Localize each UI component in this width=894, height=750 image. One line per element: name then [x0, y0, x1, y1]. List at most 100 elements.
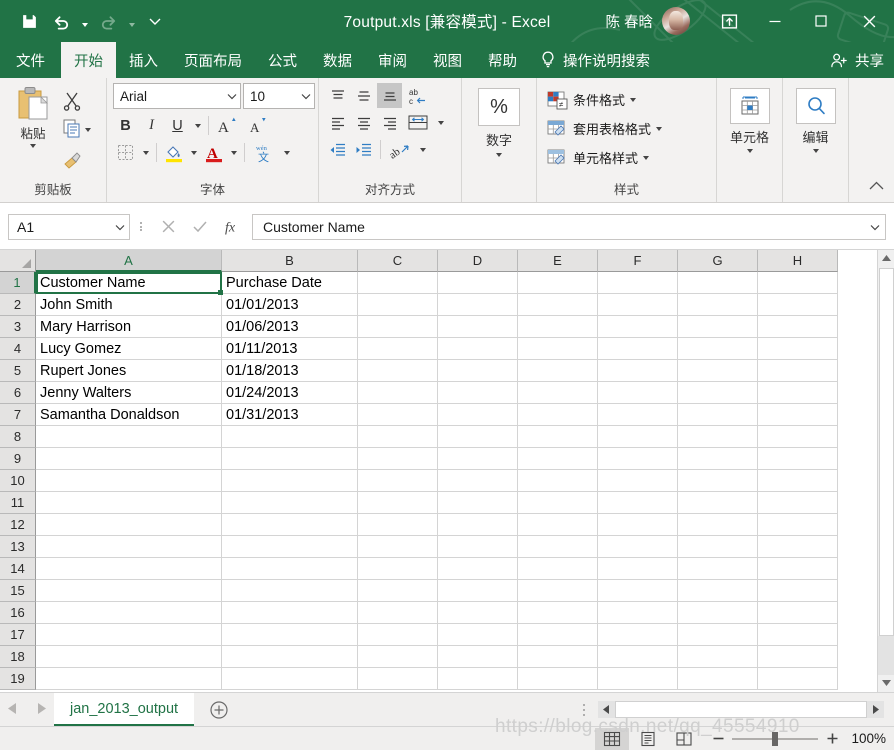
cell-C10[interactable]: [358, 470, 438, 492]
cell-E17[interactable]: [518, 624, 598, 646]
cell-H13[interactable]: [758, 536, 838, 558]
row-header-13[interactable]: 13: [0, 536, 36, 558]
normal-view-button[interactable]: [595, 727, 629, 750]
cell-H3[interactable]: [758, 316, 838, 338]
phonetic-guide-button[interactable]: wén 文: [249, 140, 279, 165]
row-header-3[interactable]: 3: [0, 316, 36, 338]
cell-C15[interactable]: [358, 580, 438, 602]
cell-A4[interactable]: Lucy Gomez: [36, 338, 222, 360]
cell-D4[interactable]: [438, 338, 518, 360]
horizontal-scrollbar-track[interactable]: [615, 701, 867, 718]
cells-button[interactable]: 单元格: [723, 83, 776, 153]
cell-A18[interactable]: [36, 646, 222, 668]
zoom-level-label[interactable]: 100%: [846, 731, 886, 746]
cell-E10[interactable]: [518, 470, 598, 492]
row-header-18[interactable]: 18: [0, 646, 36, 668]
cell-E5[interactable]: [518, 360, 598, 382]
cell-B19[interactable]: [222, 668, 358, 690]
column-header-g[interactable]: G: [678, 250, 758, 272]
cell-B9[interactable]: [222, 448, 358, 470]
cell-H19[interactable]: [758, 668, 838, 690]
save-icon[interactable]: [14, 7, 44, 35]
cell-F10[interactable]: [598, 470, 678, 492]
cell-H2[interactable]: [758, 294, 838, 316]
align-center-button[interactable]: [351, 110, 376, 135]
cell-H11[interactable]: [758, 492, 838, 514]
cell-G17[interactable]: [678, 624, 758, 646]
cell-C6[interactable]: [358, 382, 438, 404]
borders-dropdown-icon[interactable]: [139, 140, 152, 165]
insert-function-button[interactable]: fx: [216, 214, 248, 240]
cell-F19[interactable]: [598, 668, 678, 690]
cell-G13[interactable]: [678, 536, 758, 558]
confirm-entry-button[interactable]: [184, 214, 216, 240]
cell-G9[interactable]: [678, 448, 758, 470]
avatar[interactable]: [662, 7, 690, 35]
cell-B18[interactable]: [222, 646, 358, 668]
scroll-left-icon[interactable]: [598, 701, 615, 718]
row-header-5[interactable]: 5: [0, 360, 36, 382]
decrease-font-size-button[interactable]: A: [244, 113, 274, 138]
row-header-17[interactable]: 17: [0, 624, 36, 646]
row-header-4[interactable]: 4: [0, 338, 36, 360]
cell-H17[interactable]: [758, 624, 838, 646]
column-header-b[interactable]: B: [222, 250, 358, 272]
row-header-15[interactable]: 15: [0, 580, 36, 602]
cell-C5[interactable]: [358, 360, 438, 382]
cell-C7[interactable]: [358, 404, 438, 426]
cell-B4[interactable]: 01/11/2013: [222, 338, 358, 360]
copy-button[interactable]: [62, 118, 82, 143]
cell-B14[interactable]: [222, 558, 358, 580]
row-header-19[interactable]: 19: [0, 668, 36, 690]
cell-G5[interactable]: [678, 360, 758, 382]
cell-D18[interactable]: [438, 646, 518, 668]
cell-A17[interactable]: [36, 624, 222, 646]
cell-B7[interactable]: 01/31/2013: [222, 404, 358, 426]
cell-E14[interactable]: [518, 558, 598, 580]
cell-F13[interactable]: [598, 536, 678, 558]
align-right-button[interactable]: [377, 110, 402, 135]
cell-D15[interactable]: [438, 580, 518, 602]
cell-D9[interactable]: [438, 448, 518, 470]
paste-dropdown-icon[interactable]: [30, 144, 36, 148]
cell-H7[interactable]: [758, 404, 838, 426]
zoom-out-button[interactable]: [711, 732, 725, 745]
cell-B16[interactable]: [222, 602, 358, 624]
cell-G8[interactable]: [678, 426, 758, 448]
cell-A16[interactable]: [36, 602, 222, 624]
cell-D12[interactable]: [438, 514, 518, 536]
underline-button[interactable]: U: [165, 113, 190, 138]
cell-H18[interactable]: [758, 646, 838, 668]
number-dropdown-icon[interactable]: [496, 153, 502, 157]
italic-button[interactable]: I: [139, 113, 164, 138]
page-layout-view-button[interactable]: [631, 728, 665, 750]
orientation-dropdown-icon[interactable]: [416, 137, 429, 162]
cell-G16[interactable]: [678, 602, 758, 624]
tab-split-grip[interactable]: [574, 702, 594, 717]
align-left-button[interactable]: [325, 110, 350, 135]
cell-B2[interactable]: 01/01/2013: [222, 294, 358, 316]
cell-A5[interactable]: Rupert Jones: [36, 360, 222, 382]
cell-G7[interactable]: [678, 404, 758, 426]
row-header-2[interactable]: 2: [0, 294, 36, 316]
select-all-corner[interactable]: [0, 250, 36, 272]
format-painter-button[interactable]: [62, 147, 91, 171]
cell-G4[interactable]: [678, 338, 758, 360]
number-format-button[interactable]: % 数字: [468, 83, 530, 157]
font-family-combo[interactable]: Arial: [113, 83, 241, 109]
cell-H1[interactable]: [758, 272, 838, 294]
undo-dropdown-icon[interactable]: [78, 7, 91, 35]
cell-H6[interactable]: [758, 382, 838, 404]
cell-F11[interactable]: [598, 492, 678, 514]
cancel-entry-button[interactable]: [152, 214, 184, 240]
cell-C4[interactable]: [358, 338, 438, 360]
cell-F6[interactable]: [598, 382, 678, 404]
cell-F15[interactable]: [598, 580, 678, 602]
cell-G15[interactable]: [678, 580, 758, 602]
cell-A19[interactable]: [36, 668, 222, 690]
tab-data[interactable]: 数据: [310, 42, 365, 78]
column-header-f[interactable]: F: [598, 250, 678, 272]
paste-button[interactable]: 粘贴: [6, 83, 60, 148]
cell-D19[interactable]: [438, 668, 518, 690]
column-header-a[interactable]: A: [36, 250, 222, 272]
